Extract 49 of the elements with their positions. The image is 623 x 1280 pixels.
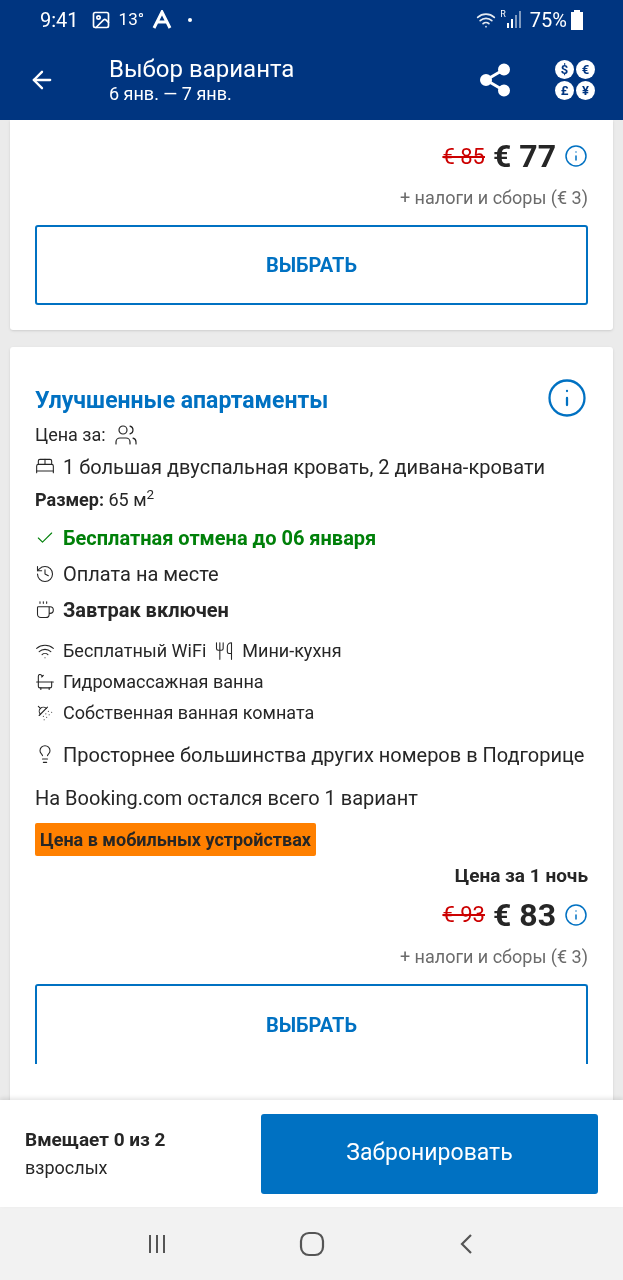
availability-text: На Booking.com остался всего 1 вариант	[35, 785, 419, 812]
signal-icon	[505, 10, 522, 30]
battery-icon	[571, 10, 583, 30]
select-button[interactable]: ВЫБРАТЬ	[35, 225, 588, 305]
occupancy-unit: взрослых	[25, 1156, 109, 1181]
cup-icon	[35, 600, 55, 620]
taxes-note: + налоги и сборы (€ 3)	[398, 944, 588, 969]
clock: 9:41	[40, 7, 79, 34]
roaming-mark: R	[500, 8, 506, 21]
price: € 83	[492, 894, 556, 936]
taxes-note: + налоги и сборы (€ 3)	[398, 186, 588, 210]
condition-text: Оплата на месте	[63, 561, 219, 588]
condition-text: Завтрак включен	[63, 597, 229, 624]
amenity-text: Собственная ванная комната	[63, 701, 315, 725]
dot-icon	[188, 18, 193, 22]
cutlery-icon	[214, 640, 235, 661]
select-button[interactable]: ВЫБРАТЬ	[35, 983, 588, 1064]
price: € 77	[492, 136, 556, 177]
condition-text: Бесплатная отмена до 06 января	[63, 525, 377, 552]
bed-icon	[35, 456, 55, 476]
amenity-text: Бесплатный WiFi	[63, 639, 207, 663]
info-icon[interactable]	[546, 377, 588, 419]
battery-level: 75%	[529, 7, 567, 34]
room-size: Размер: 65 м$^{2}$	[35, 486, 156, 512]
info-icon[interactable]	[564, 144, 588, 168]
bathtub-icon	[35, 671, 55, 692]
a-logo-icon	[152, 10, 173, 30]
room-title: Улучшенные апартаменты	[35, 386, 329, 416]
image-icon	[90, 10, 111, 30]
mobile-price-badge: Цена в мобильных устройствах	[35, 823, 316, 856]
wifi-icon	[476, 10, 497, 30]
home-icon[interactable]	[297, 1229, 326, 1258]
occupancy: Вмещает 0 из 2	[25, 1126, 166, 1153]
date-range: 6 янв. — 7 янв.	[109, 83, 233, 105]
page-title: Выбор варианта	[109, 55, 295, 83]
book-button[interactable]: Забронировать	[261, 1113, 598, 1194]
highlight-text: Просторнее большинства других номеров в Подгорице	[63, 742, 585, 769]
two-persons-icon	[113, 422, 138, 447]
amenity-text: Мини-кухня	[242, 639, 342, 663]
clock-icon	[35, 564, 55, 584]
price-for-label: Цена за:	[35, 423, 106, 447]
amenity-text: Гидромассажная ванна	[63, 670, 264, 694]
temperature: 13°	[118, 8, 145, 32]
share-icon[interactable]	[477, 62, 513, 98]
info-icon[interactable]	[564, 902, 588, 927]
old-price: € 85	[442, 142, 485, 171]
bed-description: 1 большая двуспальная кровать, 2 дивана-кровати	[63, 454, 546, 480]
old-price: € 93	[442, 901, 485, 929]
price-label: Цена за 1 ночь	[453, 863, 588, 889]
